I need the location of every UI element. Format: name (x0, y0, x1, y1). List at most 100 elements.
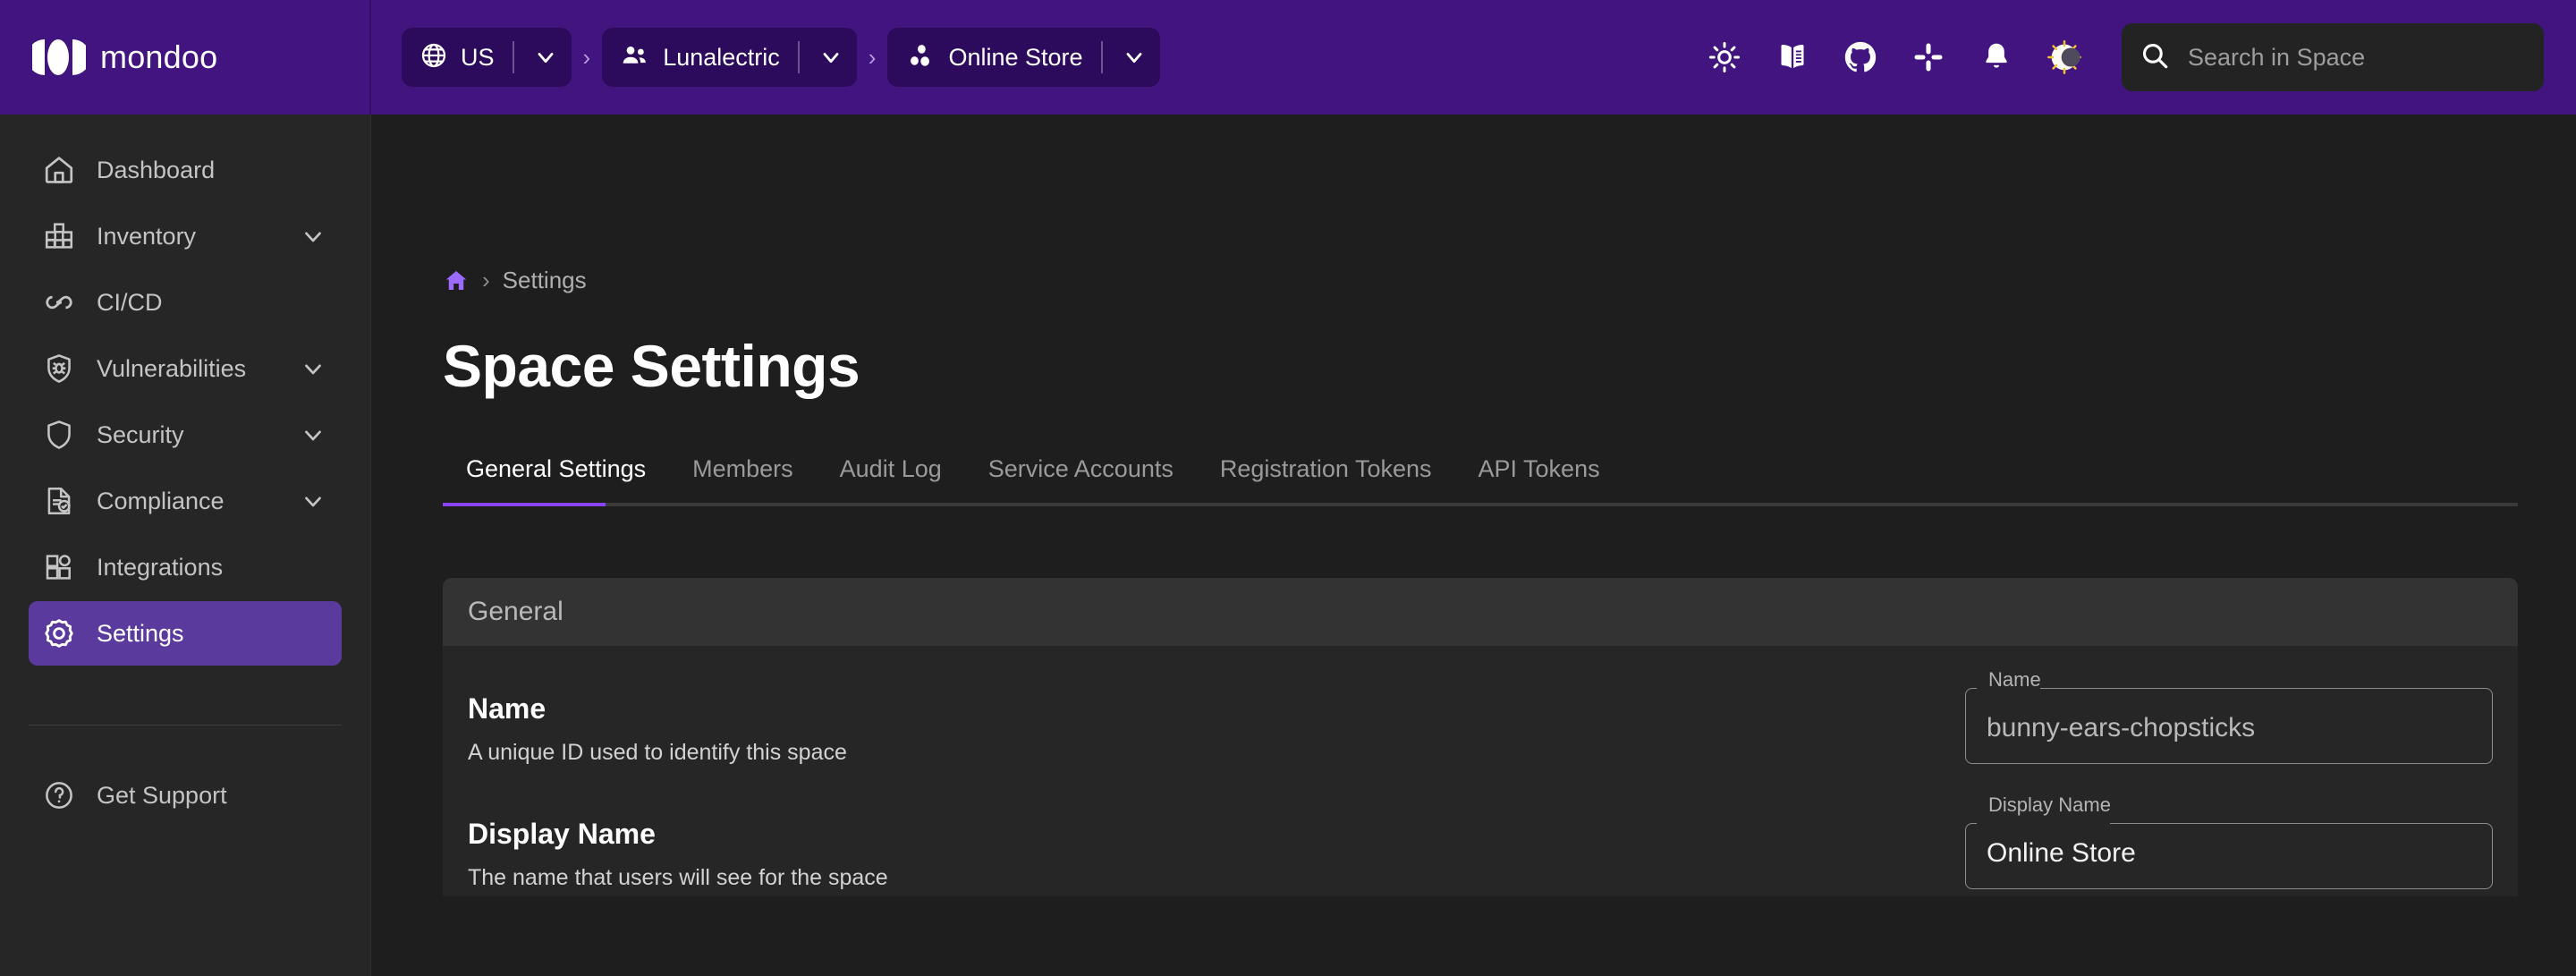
main-content: › Settings Space Settings General Settin… (371, 115, 2576, 976)
settings-tabs: General Settings Members Audit Log Servi… (443, 455, 2518, 506)
chevron-down-icon[interactable] (299, 354, 327, 383)
name-field-wrapper: Name Name (1965, 668, 2493, 771)
sidebar-item-label: Settings (97, 619, 184, 647)
sidebar-item-cicd[interactable]: CI/CD (29, 270, 342, 335)
brightness-icon[interactable] (1690, 23, 1758, 91)
chevron-down-icon[interactable] (1119, 42, 1149, 72)
sidebar-item-settings[interactable]: Settings (29, 601, 342, 666)
sidebar-item-security[interactable]: Security (29, 403, 342, 467)
display-name-field-label: Display Name (1988, 794, 2111, 816)
tab-track (443, 503, 2518, 506)
docs-book-icon[interactable] (1758, 23, 1826, 91)
space-label: Online Store (948, 43, 1083, 71)
sidebar-item-label: CI/CD (97, 288, 163, 316)
chevron-down-icon[interactable] (299, 420, 327, 449)
sidebar-item-get-support[interactable]: Get Support (29, 763, 342, 827)
setting-description: The name that users will see for the spa… (468, 865, 888, 890)
context-separator-1: › (582, 43, 591, 71)
sidebar-item-label: Integrations (97, 553, 224, 581)
region-label: US (461, 43, 495, 71)
sidebar-item-dashboard[interactable]: Dashboard (29, 138, 342, 202)
home-icon (41, 152, 77, 188)
chevron-down-icon[interactable] (816, 42, 846, 72)
context-breadcrumb-bar: US › Lunalectric › Online Store (371, 28, 1160, 87)
gear-icon (41, 615, 77, 651)
setting-description: A unique ID used to identify this space (468, 740, 847, 765)
setting-title: Display Name (468, 818, 656, 850)
card-header: General (443, 578, 2518, 646)
card-title: General (468, 597, 564, 626)
search-icon (2140, 40, 2170, 75)
sidebar-item-vulnerabilities[interactable]: Vulnerabilities (29, 336, 342, 401)
shield-bug-icon (41, 351, 77, 386)
home-icon[interactable] (443, 267, 470, 294)
brand-name: mondoo (100, 38, 218, 75)
tab-audit-log[interactable]: Audit Log (817, 455, 965, 503)
slack-icon[interactable] (1894, 23, 1962, 91)
search-input[interactable]: Search in Space (2122, 23, 2544, 91)
sidebar-item-integrations[interactable]: Integrations (29, 535, 342, 599)
display-name-input[interactable] (1965, 811, 2493, 896)
brand-logo[interactable]: mondoo (0, 0, 371, 115)
sidebar-item-compliance[interactable]: Compliance (29, 469, 342, 533)
theme-toggle-icon[interactable] (2030, 23, 2098, 91)
space-selector[interactable]: Online Store (887, 28, 1160, 87)
setting-row-display-name: Display Name The name that users will se… (468, 771, 2493, 896)
chevron-down-icon[interactable] (530, 42, 561, 72)
breadcrumb-separator: › (482, 267, 490, 293)
tab-active-indicator (443, 503, 606, 506)
setting-info: Name A unique ID used to identify this s… (468, 685, 1965, 766)
display-name-field-wrapper: Display Name Display Name (1965, 794, 2493, 896)
body-row: Dashboard Inventory CI/CD Vulnerabilitie… (0, 115, 2576, 976)
tab-list: General Settings Members Audit Log Servi… (443, 455, 2504, 503)
sidebar-item-label: Get Support (97, 781, 227, 809)
card-body: Name A unique ID used to identify this s… (443, 646, 2518, 896)
chip-divider (1100, 41, 1103, 73)
globe-icon (419, 41, 448, 74)
tab-general-settings[interactable]: General Settings (443, 455, 669, 503)
chip-divider (797, 41, 800, 73)
chevron-down-icon[interactable] (299, 487, 327, 515)
notifications-bell-icon[interactable] (1962, 23, 2030, 91)
chip-divider (512, 41, 514, 73)
sidebar-item-label: Inventory (97, 222, 197, 250)
organization-selector[interactable]: Lunalectric (602, 28, 857, 87)
inventory-blocks-icon (41, 218, 77, 254)
mondoo-logo-icon (27, 38, 90, 77)
tab-registration-tokens[interactable]: Registration Tokens (1197, 455, 1455, 503)
setting-title: Name (468, 692, 547, 725)
tab-members[interactable]: Members (669, 455, 817, 503)
space-icon (905, 40, 936, 75)
sidebar-item-label: Dashboard (97, 156, 216, 183)
top-header: mondoo US › Lunalectric › Online Store S… (0, 0, 2576, 115)
name-input[interactable] (1965, 685, 2493, 771)
sidebar-item-label: Security (97, 420, 184, 448)
help-circle-icon (41, 777, 77, 813)
github-icon[interactable] (1826, 23, 1894, 91)
sidebar-item-inventory[interactable]: Inventory (29, 204, 342, 268)
setting-row-name: Name A unique ID used to identify this s… (468, 646, 2493, 771)
setting-control: Display Name Display Name (1965, 794, 2493, 896)
infinity-icon (41, 284, 77, 320)
chevron-down-icon[interactable] (299, 222, 327, 250)
region-selector[interactable]: US (402, 28, 572, 87)
breadcrumb: › Settings (443, 115, 2504, 294)
context-separator-2: › (868, 43, 877, 71)
sidebar-item-label: Compliance (97, 487, 225, 514)
page-title: Space Settings (443, 333, 860, 399)
setting-control: Name Name (1965, 668, 2493, 771)
integrations-icon (41, 549, 77, 585)
general-settings-card: General Name A unique ID used to identif… (443, 578, 2518, 896)
breadcrumb-current[interactable]: Settings (503, 267, 587, 294)
app-root: mondoo US › Lunalectric › Online Store S… (0, 0, 2576, 976)
document-check-icon (41, 483, 77, 519)
name-field-label: Name (1988, 668, 2041, 691)
header-action-icons (1690, 23, 2106, 91)
setting-info: Display Name The name that users will se… (468, 811, 1965, 891)
tab-api-tokens[interactable]: API Tokens (1455, 455, 1623, 503)
sidebar-item-label: Vulnerabilities (97, 354, 247, 382)
shield-icon (41, 417, 77, 453)
organization-label: Lunalectric (663, 43, 780, 71)
tab-service-accounts[interactable]: Service Accounts (965, 455, 1197, 503)
search-placeholder: Search in Space (2188, 43, 2366, 71)
